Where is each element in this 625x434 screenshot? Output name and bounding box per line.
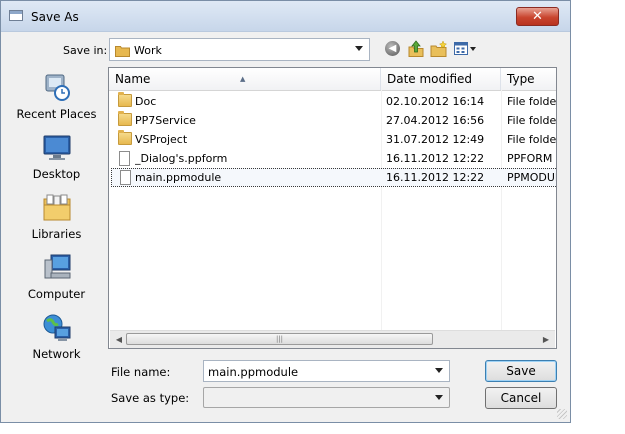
- libraries-icon: [43, 194, 71, 221]
- file-list[interactable]: Name ▲ Date modified Type Doc 02.10.2012…: [108, 67, 557, 349]
- column-header-date[interactable]: Date modified: [381, 68, 501, 90]
- places-bar: Recent Places Desktop Libraries Computer…: [10, 67, 103, 372]
- new-folder-icon[interactable]: [430, 40, 448, 58]
- column-header-row: Name ▲ Date modified Type: [109, 68, 556, 91]
- file-name: main.ppmodule: [135, 171, 222, 184]
- file-date: 31.07.2012 12:49: [386, 133, 485, 146]
- save-button[interactable]: Save: [485, 360, 557, 382]
- file-row[interactable]: PP7Service 27.04.2012 16:56 File folder: [111, 111, 557, 130]
- file-name-label: File name:: [111, 365, 171, 379]
- computer-icon: [44, 254, 71, 279]
- save-in-label: Save in:: [63, 44, 108, 57]
- place-label: Libraries: [31, 227, 82, 241]
- chevron-down-icon[interactable]: [355, 46, 363, 51]
- save-in-dropdown[interactable]: Work: [109, 38, 370, 61]
- save-as-type-label: Save as type:: [111, 391, 190, 405]
- cancel-button[interactable]: Cancel: [485, 387, 557, 409]
- file-type: File folder: [507, 133, 557, 146]
- views-menu-icon[interactable]: [453, 40, 477, 58]
- folder-icon: [115, 46, 130, 57]
- file-name-field[interactable]: main.ppmodule: [203, 360, 450, 382]
- horizontal-scrollbar[interactable]: ◀ ||| ▶: [110, 330, 555, 348]
- file-date: 16.11.2012 12:22: [386, 152, 485, 165]
- file-date: 27.04.2012 16:56: [386, 114, 485, 127]
- document-icon: [120, 170, 131, 185]
- sort-ascending-icon: ▲: [240, 75, 246, 83]
- file-row-selected[interactable]: main.ppmodule 16.11.2012 12:22 PPMODULE …: [111, 168, 556, 187]
- resize-grip[interactable]: [557, 409, 567, 419]
- folder-icon: [118, 92, 132, 107]
- file-date: 02.10.2012 16:14: [386, 95, 485, 108]
- place-label: Recent Places: [16, 107, 97, 121]
- file-type: PPMODULE File: [507, 171, 556, 184]
- document-icon: [119, 151, 130, 166]
- file-row[interactable]: _Dialog's.ppform 16.11.2012 12:22 PPFORM…: [111, 149, 556, 168]
- scrollbar-thumb[interactable]: |||: [126, 333, 433, 345]
- file-date: 16.11.2012 12:22: [386, 171, 485, 184]
- back-icon[interactable]: ◀: [384, 40, 402, 58]
- recent-places-icon: [45, 74, 70, 101]
- window-title: Save As: [31, 10, 79, 24]
- file-type: File folder: [507, 95, 557, 108]
- save-as-type-dropdown[interactable]: [203, 387, 450, 408]
- place-label: Network: [32, 347, 81, 361]
- network-icon: [43, 314, 71, 341]
- desktop-icon: [43, 135, 71, 160]
- save-as-dialog: Save As ✕ Save in: Work ◀ Recent Places …: [0, 0, 571, 423]
- file-row[interactable]: Doc 02.10.2012 16:14 File folder: [111, 92, 557, 111]
- window-icon: [9, 10, 23, 21]
- up-one-level-icon[interactable]: [407, 40, 425, 58]
- column-header-name[interactable]: Name ▲: [109, 68, 381, 90]
- close-button[interactable]: ✕: [516, 7, 559, 26]
- file-name-value[interactable]: main.ppmodule: [208, 365, 298, 379]
- place-label: Computer: [27, 287, 86, 301]
- folder-icon: [118, 111, 132, 126]
- column-header-type[interactable]: Type: [501, 68, 556, 90]
- file-name: VSProject: [135, 133, 188, 146]
- file-name: PP7Service: [135, 114, 196, 127]
- file-name: Doc: [135, 95, 157, 108]
- title-bar[interactable]: Save As ✕: [1, 1, 570, 32]
- scroll-left-icon[interactable]: ◀: [112, 333, 126, 346]
- folder-icon: [118, 130, 132, 145]
- place-label: Desktop: [32, 167, 81, 181]
- file-row[interactable]: VSProject 31.07.2012 12:49 File folder: [111, 130, 557, 149]
- file-type: File folder: [507, 114, 557, 127]
- file-type: PPFORM File: [507, 152, 556, 165]
- file-name: _Dialog's.ppform: [135, 152, 228, 165]
- chevron-down-icon[interactable]: [435, 395, 443, 400]
- scroll-right-icon[interactable]: ▶: [539, 333, 553, 346]
- save-in-value: Work: [134, 44, 162, 57]
- chevron-down-icon[interactable]: [435, 368, 443, 373]
